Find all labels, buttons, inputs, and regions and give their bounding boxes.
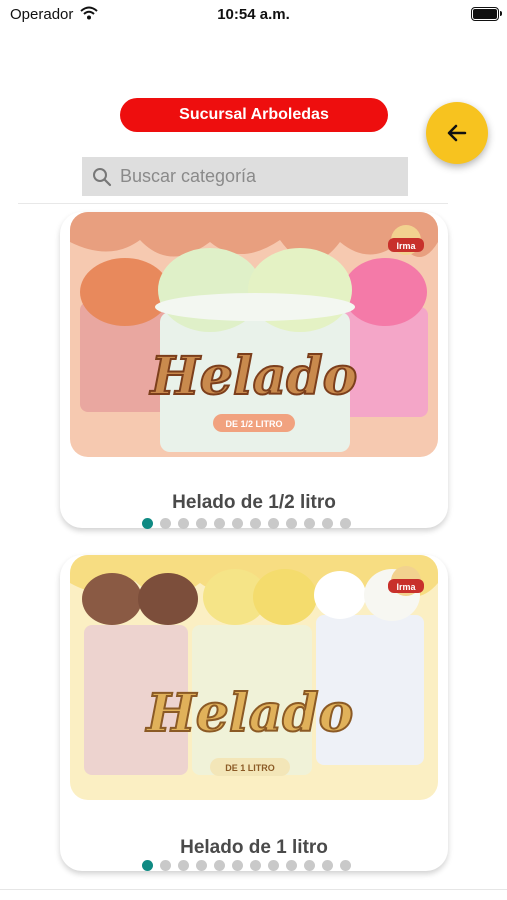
arrow-left-icon: [447, 124, 467, 142]
carousel-dot[interactable]: [286, 860, 297, 871]
carousel-dot[interactable]: [178, 518, 189, 529]
carousel-dot[interactable]: [250, 860, 261, 871]
carousel-dot[interactable]: [196, 860, 207, 871]
carousel-dot[interactable]: [160, 518, 171, 529]
product-badge: DE 1/2 LITRO: [225, 419, 282, 429]
carousel-dot[interactable]: [268, 518, 279, 529]
carousel-dot[interactable]: [286, 518, 297, 529]
product-title: Helado de 1/2 litro: [172, 492, 336, 513]
carousel-dot[interactable]: [232, 860, 243, 871]
carousel-dot[interactable]: [304, 860, 315, 871]
product-image: Helado DE 1 LITRO Irma: [70, 555, 438, 800]
carousel-dots[interactable]: [142, 518, 351, 529]
carousel-dot[interactable]: [178, 860, 189, 871]
carousel-dot[interactable]: [142, 518, 153, 529]
carousel-dot[interactable]: [142, 860, 153, 871]
carousel-dot[interactable]: [340, 518, 351, 529]
brand-logo: Irma: [396, 582, 416, 592]
product-badge: DE 1 LITRO: [225, 763, 275, 773]
bottom-divider: [0, 889, 507, 890]
status-bar: Operador 10:54 a.m.: [0, 0, 507, 30]
divider: [18, 203, 448, 204]
carousel-dot[interactable]: [214, 518, 225, 529]
branch-button[interactable]: Sucursal Arboledas: [120, 98, 388, 132]
back-button[interactable]: [426, 102, 488, 164]
search-input[interactable]: [118, 165, 382, 188]
clock: 10:54 a.m.: [217, 6, 290, 23]
carousel-dots[interactable]: [142, 860, 351, 871]
carousel-dot[interactable]: [214, 860, 225, 871]
search-icon: [92, 167, 112, 187]
product-title: Helado de 1 litro: [180, 837, 328, 858]
carousel-dot[interactable]: [304, 518, 315, 529]
carousel-dot[interactable]: [322, 860, 333, 871]
svg-text:Helado: Helado: [149, 346, 358, 407]
svg-text:Helado: Helado: [145, 683, 354, 744]
product-image: Helado DE 1/2 LITRO Irma: [70, 212, 438, 457]
carousel-dot[interactable]: [322, 518, 333, 529]
carousel-dot[interactable]: [340, 860, 351, 871]
battery-icon: [471, 7, 502, 21]
carousel-dot[interactable]: [196, 518, 207, 529]
product-card[interactable]: Helado DE 1 LITRO Irma Helado de 1 litro: [60, 555, 448, 871]
product-card[interactable]: Helado DE 1/2 LITRO Irma Helado de 1/2 l…: [60, 212, 448, 529]
carousel-dot[interactable]: [268, 860, 279, 871]
search-bar[interactable]: [82, 157, 408, 196]
brand-logo: Irma: [396, 241, 416, 251]
carousel-dot[interactable]: [160, 860, 171, 871]
carousel-dot[interactable]: [250, 518, 261, 529]
carousel-dot[interactable]: [232, 518, 243, 529]
